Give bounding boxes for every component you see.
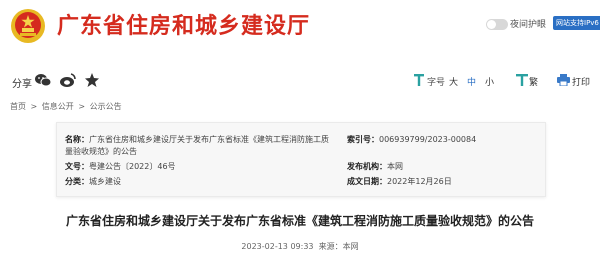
traditional-chinese-button[interactable]: 繁 — [529, 75, 538, 88]
breadcrumb-separator: > — [30, 102, 38, 111]
info-date-value: 2022年12月26日 — [387, 177, 452, 186]
document-info-box: 名称：广东省住房和城乡建设厅关于发布广东省标准《建筑工程消防施工质量验收规范》的… — [56, 122, 546, 197]
print-button[interactable]: 打印 — [572, 75, 590, 88]
traditional-chinese-icon — [516, 74, 528, 86]
info-name-value: 广东省住房和城乡建设厅关于发布广东省标准《建筑工程消防施工质量验收规范》的公告 — [65, 135, 329, 156]
info-index-row: 索引号：006939799/2023-00084 — [347, 134, 476, 146]
info-name-key: 名称： — [65, 135, 89, 144]
article-toolbar: 分享 字号 大 中 小 繁 打印 — [0, 70, 600, 96]
info-issuer-value: 本网 — [387, 162, 403, 171]
font-size-large-button[interactable]: 大 — [449, 75, 458, 88]
breadcrumb-announcements[interactable]: 公示公告 — [90, 102, 122, 111]
printer-icon — [557, 74, 570, 86]
national-emblem-icon — [11, 9, 45, 43]
breadcrumb-separator: > — [78, 102, 86, 111]
info-index-key: 索引号： — [347, 135, 379, 144]
breadcrumb-info-public[interactable]: 信息公开 — [42, 102, 74, 111]
info-date-key: 成文日期： — [347, 177, 387, 186]
font-size-label: 字号 — [427, 78, 446, 88]
qq-zone-icon[interactable] — [83, 71, 101, 89]
info-issuer-key: 发布机构： — [347, 162, 387, 171]
site-title: 广东省住房和城乡建设厅 — [57, 14, 311, 39]
breadcrumb: 首页 > 信息公开 > 公示公告 — [10, 101, 124, 112]
article-title: 广东省住房和城乡建设厅关于发布广东省标准《建筑工程消防施工质量验收规范》的公告 — [65, 214, 534, 228]
info-name-row: 名称：广东省住房和城乡建设厅关于发布广东省标准《建筑工程消防施工质量验收规范》的… — [65, 134, 335, 158]
publish-time: 2023-02-13 09:33 — [241, 242, 314, 251]
ipv6-badge: 网站支持IPv6 — [553, 16, 600, 30]
info-date-row: 成文日期：2022年12月26日 — [347, 176, 452, 188]
info-issuer-row: 发布机构：本网 — [347, 161, 403, 173]
info-category-key: 分类： — [65, 177, 89, 186]
night-mode-label: 夜间护眼 — [510, 20, 547, 30]
share-label: 分享 — [12, 79, 32, 90]
info-category-row: 分类：城乡建设 — [65, 176, 121, 188]
article-source: 来源：本网 — [318, 242, 359, 251]
article-meta: 2023-02-13 09:33 来源：本网 — [0, 241, 600, 252]
info-doc-no-value: 粤建公告〔2022〕46号 — [89, 162, 176, 171]
font-size-icon — [414, 74, 424, 86]
font-size-small-button[interactable]: 小 — [485, 75, 494, 88]
font-size-medium-button[interactable]: 中 — [467, 75, 476, 88]
info-doc-no-row: 文号：粤建公告〔2022〕46号 — [65, 161, 176, 173]
weibo-icon[interactable] — [59, 71, 77, 89]
wechat-icon[interactable] — [34, 71, 52, 89]
info-index-value: 006939799/2023-00084 — [379, 135, 477, 144]
info-doc-no-key: 文号： — [65, 162, 89, 171]
night-mode-toggle[interactable] — [486, 19, 508, 30]
breadcrumb-home[interactable]: 首页 — [10, 102, 26, 111]
info-category-value: 城乡建设 — [89, 177, 121, 186]
